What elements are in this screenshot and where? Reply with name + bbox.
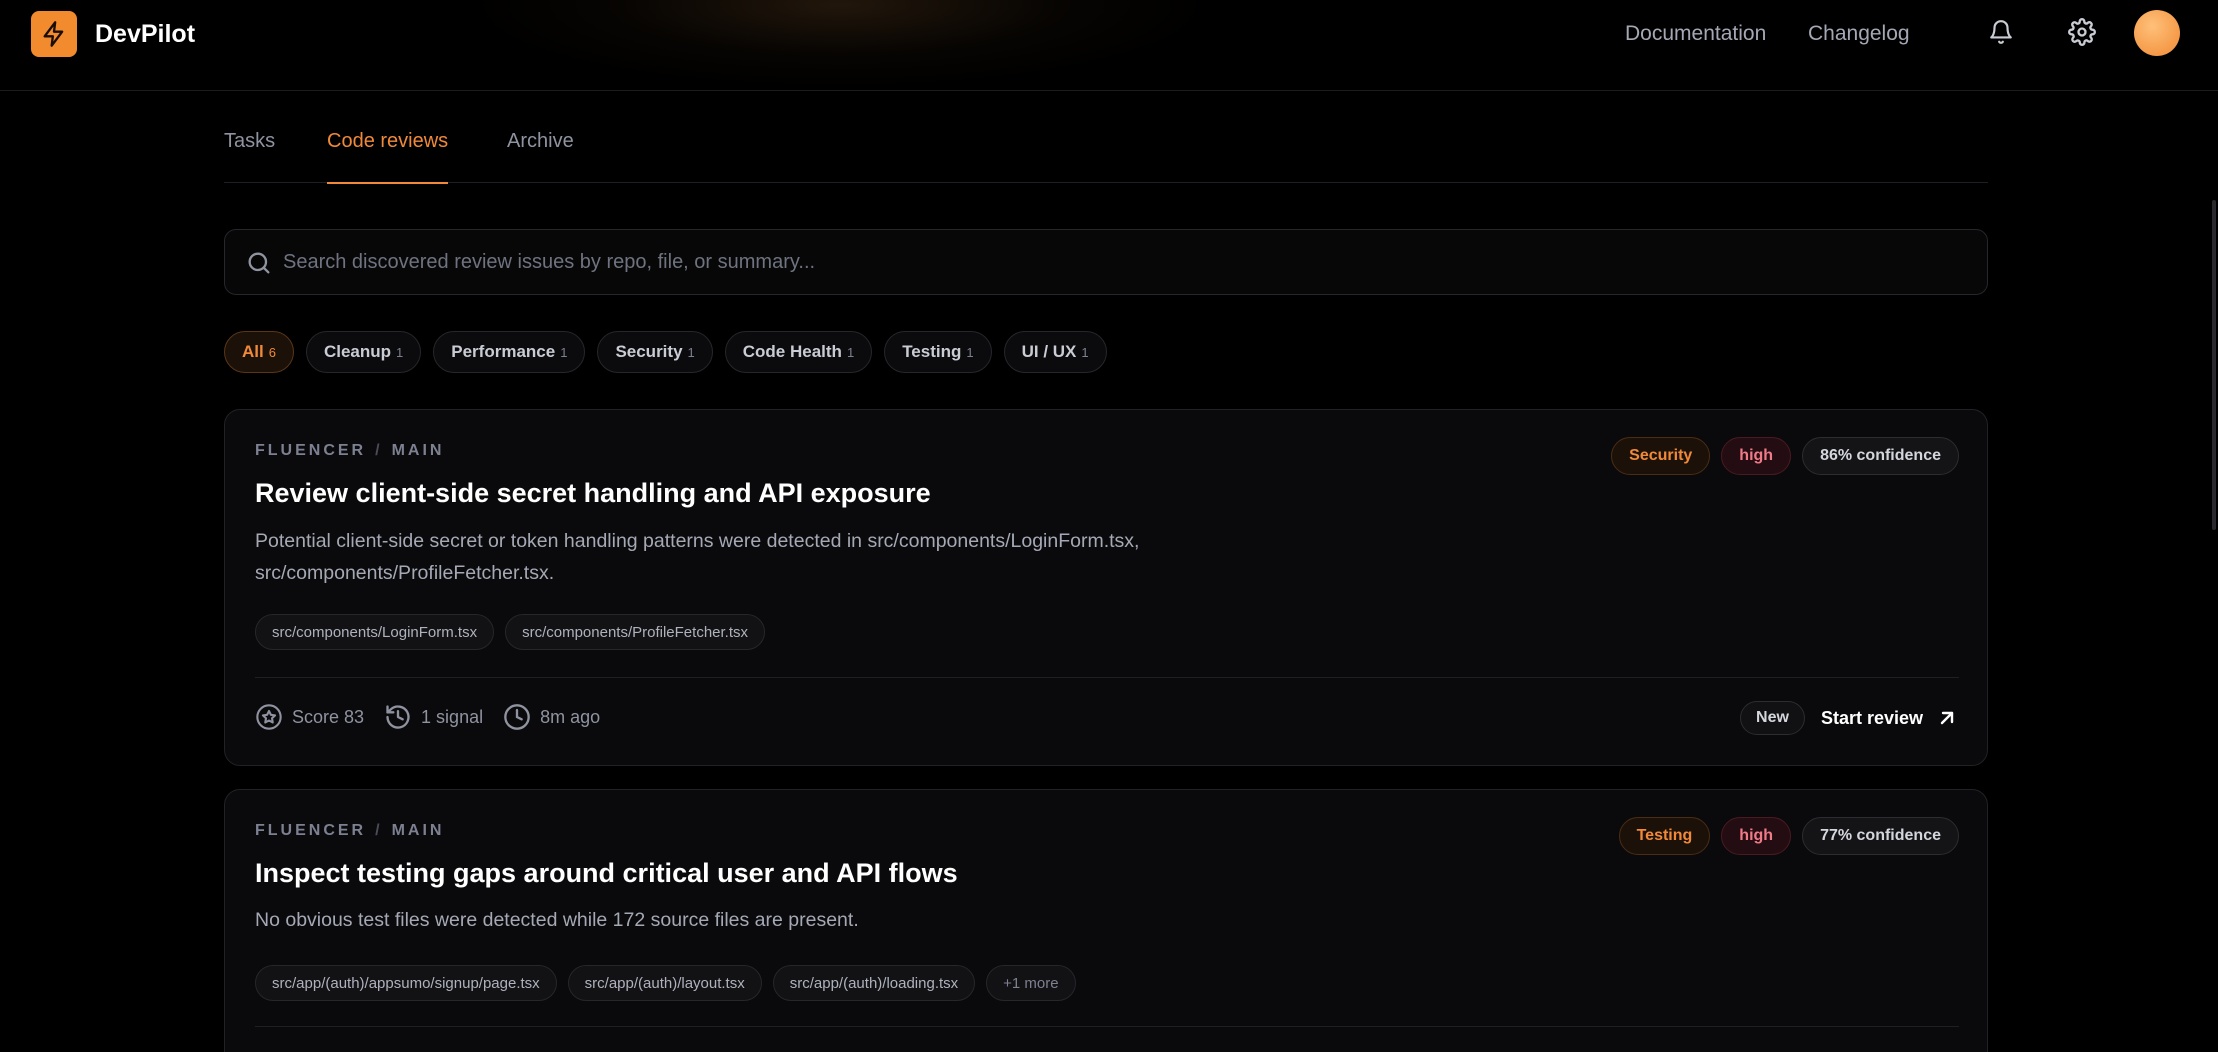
category-badge: Security <box>1611 437 1711 475</box>
review-card[interactable]: FLUENCER / MAIN Testing high 77% confidenc… <box>224 789 1988 1052</box>
filter-performance[interactable]: Performance 1 <box>433 331 586 373</box>
filter-label: Cleanup <box>323 342 392 361</box>
breadcrumb-separator: / <box>375 822 383 839</box>
filter-security[interactable]: Security 1 <box>597 331 713 373</box>
branch-name: MAIN <box>391 442 445 459</box>
app-name: DevPilot <box>95 20 196 48</box>
filter-ui-ux[interactable]: UI / UX 1 <box>1003 331 1107 373</box>
filter-cleanup[interactable]: Cleanup 1 <box>305 331 422 373</box>
filter-count: 1 <box>846 344 855 360</box>
bell-icon <box>1990 20 2012 44</box>
filter-count: 1 <box>687 344 695 360</box>
tab-code-reviews[interactable]: Code reviews <box>327 130 449 184</box>
nav-changelog-link[interactable]: Changelog <box>1808 22 1910 46</box>
filter-count: 1 <box>560 344 568 360</box>
filter-label: Security <box>615 342 683 361</box>
severity-badge: high <box>1721 437 1792 475</box>
filter-testing[interactable]: Testing 1 <box>884 331 992 373</box>
review-summary: Potential client-side secret or token ha… <box>255 530 1140 584</box>
signals-text: 1 signal <box>421 706 484 727</box>
review-actions: New Start review <box>1740 701 1959 735</box>
age-meta: 8m ago <box>503 703 600 731</box>
notifications-button[interactable] <box>1983 14 2019 50</box>
file-chip[interactable]: src/components/LoginForm.tsx <box>255 614 495 650</box>
filter-label: Performance <box>451 342 556 361</box>
repo-breadcrumb: FLUENCER / MAIN <box>255 822 444 840</box>
confidence-badge: 77% confidence <box>1802 817 1959 855</box>
filter-all[interactable]: All 6 <box>224 331 294 373</box>
branch-name: MAIN <box>391 822 445 839</box>
card-divider <box>255 1026 1959 1027</box>
filter-code-health[interactable]: Code Health 1 <box>724 331 873 373</box>
clock-icon <box>504 704 530 730</box>
filter-count: 1 <box>396 344 404 360</box>
category-badge: Testing <box>1618 817 1711 855</box>
tab-tasks[interactable]: Tasks <box>224 130 275 183</box>
review-summary: No obvious test files were detected whil… <box>255 909 859 931</box>
signals-meta: 1 signal <box>384 703 483 731</box>
score-meta: Score 83 <box>255 703 364 731</box>
file-chip[interactable]: src/components/ProfileFetcher.tsx <box>505 614 766 650</box>
repo-name: FLUENCER <box>255 442 367 459</box>
age-text: 8m ago <box>540 706 601 727</box>
start-review-button[interactable]: Start review <box>1821 706 1959 730</box>
card-divider <box>255 677 1959 678</box>
settings-button[interactable] <box>2064 14 2100 50</box>
repo-breadcrumb: FLUENCER / MAIN <box>255 442 444 460</box>
file-chips: src/app/(auth)/appsumo/signup/page.tsx s… <box>255 965 1076 1001</box>
filter-label: All <box>242 342 264 361</box>
breadcrumb-separator: / <box>375 442 383 459</box>
filter-label: Code Health <box>742 342 842 361</box>
tab-archive[interactable]: Archive <box>507 130 574 183</box>
search-input[interactable] <box>283 230 1963 294</box>
review-card[interactable]: FLUENCER / MAIN Security high 86% confiden… <box>224 409 1988 766</box>
star-icon <box>256 704 282 730</box>
search-bar <box>224 229 1988 295</box>
review-meta: Score 83 1 signal 8m ago <box>255 703 620 731</box>
top-bar: DevPilot Documentation Changelog <box>0 0 2218 91</box>
severity-badge: high <box>1721 817 1792 855</box>
search-icon <box>248 252 270 274</box>
filter-count: 6 <box>268 344 276 360</box>
filter-count: 1 <box>966 344 974 360</box>
score-text: Score 83 <box>292 706 365 727</box>
review-title[interactable]: Review client-side secret handling and A… <box>255 478 931 509</box>
bolt-icon <box>43 21 64 47</box>
review-badges: Security high 86% confidence <box>1611 437 1959 475</box>
filter-count: 1 <box>1081 344 1089 360</box>
filter-label: Testing <box>902 342 962 361</box>
gear-icon <box>2068 18 2096 46</box>
review-badges: Testing high 77% confidence <box>1618 817 1959 855</box>
repo-name: FLUENCER <box>255 822 367 839</box>
page-scrollbar[interactable] <box>2212 200 2216 530</box>
file-chips: src/components/LoginForm.tsx src/compone… <box>255 614 766 650</box>
file-chip[interactable]: src/app/(auth)/layout.tsx <box>567 965 762 1001</box>
status-badge: New <box>1740 701 1805 735</box>
file-chip[interactable]: src/app/(auth)/appsumo/signup/page.tsx <box>255 965 557 1001</box>
confidence-badge: 86% confidence <box>1802 437 1959 475</box>
category-filters: All 6 Cleanup 1 Performance 1 Security 1 Cod… <box>224 331 1107 373</box>
review-title[interactable]: Inspect testing gaps around critical use… <box>255 858 958 889</box>
history-icon <box>386 705 410 729</box>
start-review-label: Start review <box>1820 707 1923 728</box>
arrow-up-right-icon <box>1940 711 1954 725</box>
more-files-chip[interactable]: +1 more <box>986 965 1076 1001</box>
nav-documentation-link[interactable]: Documentation <box>1625 22 1766 46</box>
app-logo[interactable] <box>31 11 77 57</box>
filter-label: UI / UX <box>1021 342 1077 361</box>
view-tabs: Tasks Code reviews Archive <box>224 128 1988 184</box>
file-chip[interactable]: src/app/(auth)/loading.tsx <box>772 965 976 1001</box>
user-avatar[interactable] <box>2134 10 2180 56</box>
